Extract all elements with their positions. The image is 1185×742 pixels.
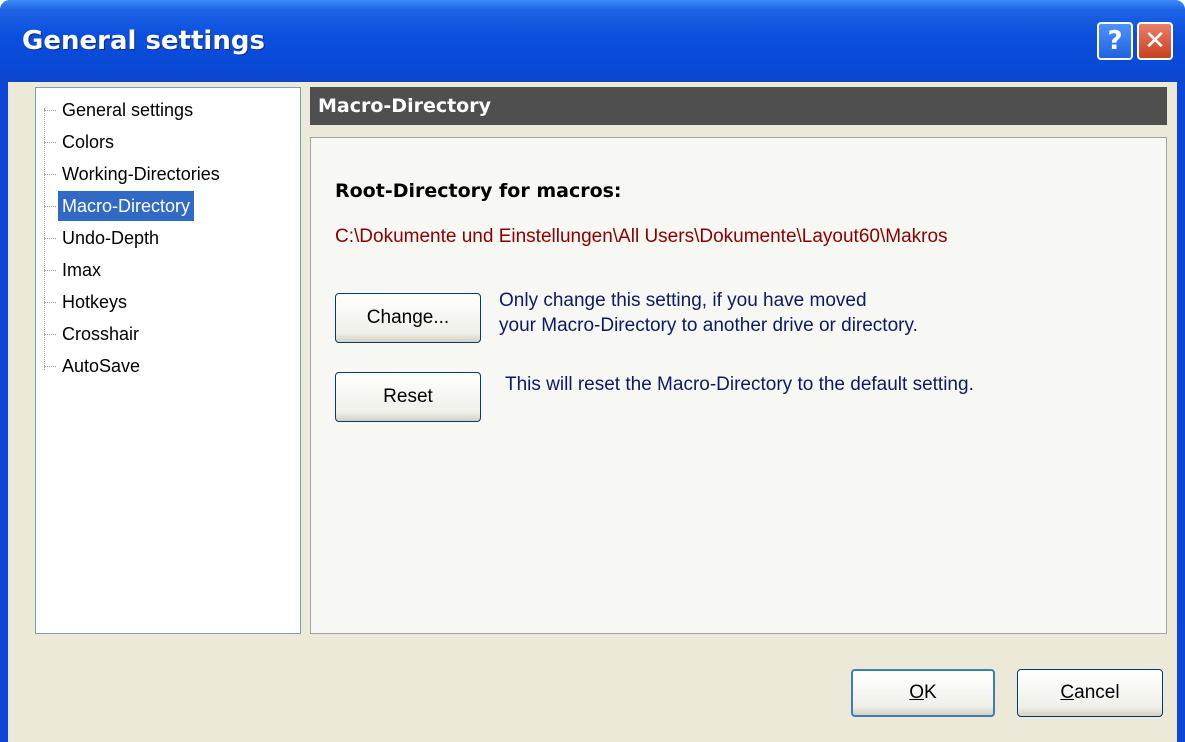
tree-item-label: Hotkeys [62, 292, 128, 312]
tree-item-imax[interactable]: Imax [44, 255, 105, 285]
cancel-accelerator: C [1060, 682, 1075, 703]
tree-item-label: Colors [62, 132, 115, 152]
settings-panel: Root-Directory for macros: C:\Dokumente … [310, 137, 1167, 634]
dialog-window: General settings ? ✕ General settings Co… [0, 0, 1185, 742]
help-icon: ? [1107, 26, 1123, 56]
tree-item-undo-depth[interactable]: Undo-Depth [44, 223, 163, 253]
window-title: General settings [22, 26, 265, 56]
root-directory-label: Root-Directory for macros: [335, 180, 622, 202]
tree-item-label: Undo-Depth [62, 228, 160, 248]
tree-item-label: AutoSave [62, 356, 141, 376]
close-button[interactable]: ✕ [1137, 22, 1173, 60]
ok-button[interactable]: OK [851, 669, 995, 717]
help-button[interactable]: ? [1097, 22, 1133, 60]
tree-item-general-settings[interactable]: General settings [44, 95, 197, 125]
ok-accelerator: O [909, 682, 925, 703]
cancel-label-rest: ancel [1074, 682, 1120, 703]
tree-item-colors[interactable]: Colors [44, 127, 118, 157]
tree-connector-line [44, 108, 45, 370]
tree-item-label: Macro-Directory [58, 191, 195, 221]
reset-button[interactable]: Reset [335, 372, 481, 422]
reset-note: This will reset the Macro-Directory to t… [505, 374, 974, 395]
tree-item-label: General settings [62, 100, 194, 120]
title-bar[interactable]: General settings ? ✕ [0, 0, 1185, 82]
tree-item-autosave[interactable]: AutoSave [44, 351, 144, 381]
root-directory-path: C:\Dokumente und Einstellungen\All Users… [335, 226, 948, 247]
tree-item-label: Crosshair [62, 324, 140, 344]
tree-item-crosshair[interactable]: Crosshair [44, 319, 143, 349]
ok-label-rest: K [924, 682, 937, 703]
change-note-line1: Only change this setting, if you have mo… [499, 290, 867, 311]
tree-item-label: Imax [62, 260, 102, 280]
change-note: Only change this setting, if you have mo… [499, 288, 918, 338]
settings-tree[interactable]: General settings Colors Working-Director… [35, 87, 301, 634]
close-icon: ✕ [1144, 26, 1166, 56]
cancel-button[interactable]: Cancel [1017, 669, 1163, 717]
change-button[interactable]: Change... [335, 293, 481, 343]
tree-item-label: Working-Directories [62, 164, 220, 184]
section-header: Macro-Directory [310, 87, 1167, 125]
dialog-client-area: General settings Colors Working-Director… [8, 82, 1177, 742]
tree-item-hotkeys[interactable]: Hotkeys [44, 287, 131, 317]
tree-item-working-directories[interactable]: Working-Directories [44, 159, 224, 189]
tree-item-macro-directory[interactable]: Macro-Directory [44, 191, 195, 221]
change-note-line2: your Macro-Directory to another drive or… [499, 315, 918, 336]
